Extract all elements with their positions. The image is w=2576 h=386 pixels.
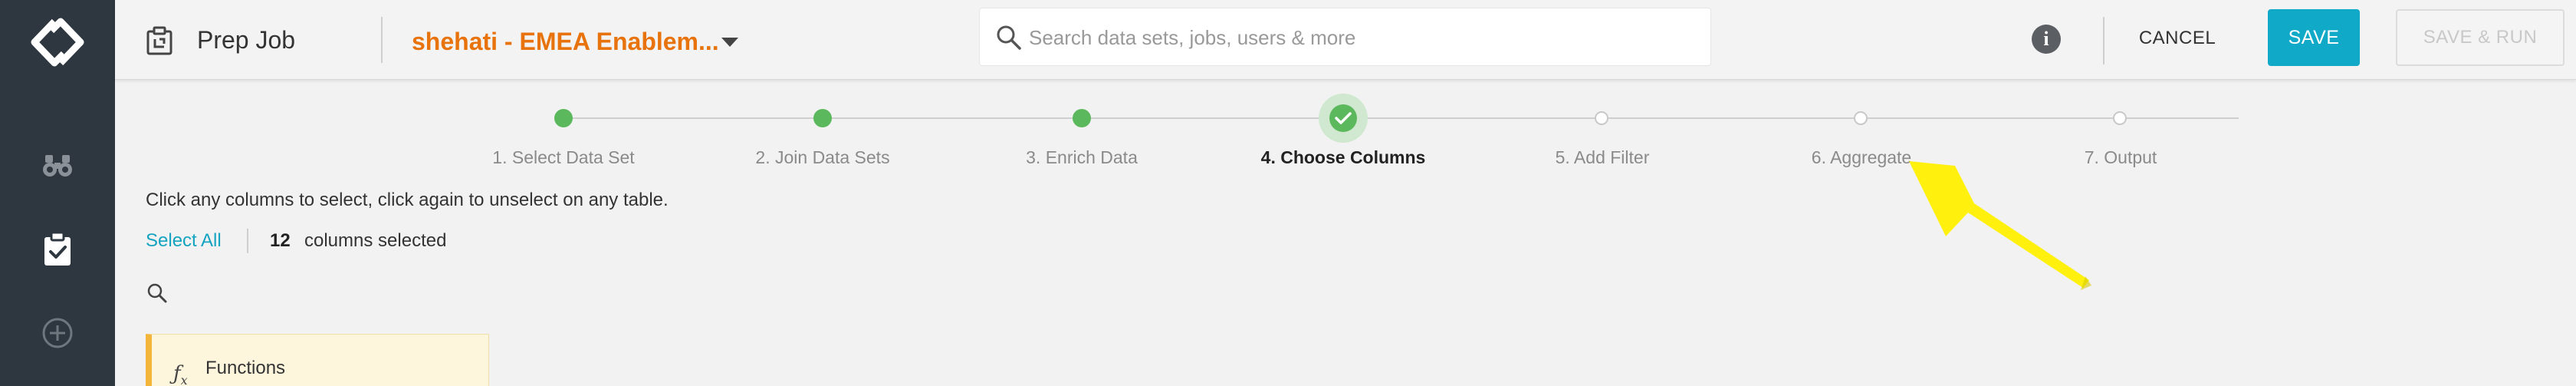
search-icon bbox=[997, 25, 1021, 50]
step-5-dot[interactable] bbox=[1595, 111, 1608, 125]
step-6-label[interactable]: 6. Aggregate bbox=[1812, 147, 1911, 168]
page-title: Prep Job bbox=[197, 26, 296, 54]
app-logo-icon[interactable] bbox=[24, 17, 91, 68]
step-1-label[interactable]: 1. Select Data Set bbox=[492, 147, 634, 168]
step-3-dot[interactable] bbox=[1073, 109, 1091, 127]
sidebar-item-create[interactable] bbox=[34, 310, 80, 356]
header-divider bbox=[381, 17, 383, 63]
left-nav-rail bbox=[0, 0, 115, 386]
selected-count-label: columns selected bbox=[304, 230, 447, 251]
save-and-run-button[interactable]: SAVE & RUN bbox=[2396, 9, 2564, 66]
step-4-current[interactable] bbox=[1319, 94, 1368, 143]
step-2-label[interactable]: 2. Join Data Sets bbox=[755, 147, 889, 168]
column-search-button[interactable] bbox=[146, 282, 169, 305]
step-6-dot[interactable] bbox=[1854, 111, 1868, 125]
search-icon bbox=[147, 283, 167, 303]
step-3-label[interactable]: 3. Enrich Data bbox=[1026, 147, 1138, 168]
selection-divider bbox=[247, 229, 248, 253]
step-7-label[interactable]: 7. Output bbox=[2085, 147, 2157, 168]
plus-circle-icon bbox=[42, 318, 73, 348]
fx-function-icon: ƒx bbox=[173, 362, 188, 386]
step-2-dot[interactable] bbox=[813, 109, 832, 127]
project-name[interactable]: shehati - EMEA Enablem... bbox=[412, 28, 719, 56]
prep-job-icon bbox=[146, 26, 173, 55]
cancel-button[interactable]: CANCEL bbox=[2124, 17, 2231, 60]
functions-panel[interactable]: ƒx Functions bbox=[146, 334, 489, 386]
header-divider-right bbox=[2103, 17, 2104, 64]
sidebar-item-jobs[interactable] bbox=[34, 226, 80, 272]
step-1-dot[interactable] bbox=[554, 109, 573, 127]
step-5-label[interactable]: 5. Add Filter bbox=[1556, 147, 1650, 168]
binoculars-icon bbox=[43, 155, 72, 177]
step-7-dot[interactable] bbox=[2113, 111, 2127, 125]
select-all-link[interactable]: Select All bbox=[146, 230, 222, 252]
functions-label: Functions bbox=[205, 358, 286, 378]
clipboard-check-icon bbox=[44, 232, 71, 266]
project-dropdown-button[interactable] bbox=[713, 31, 747, 54]
sidebar-item-explore[interactable] bbox=[34, 142, 80, 188]
caret-down-icon bbox=[721, 38, 738, 47]
wizard-stepper: 1. Select Data Set 2. Join Data Sets 3. … bbox=[115, 80, 2576, 180]
save-button[interactable]: SAVE bbox=[2268, 9, 2360, 66]
step-4-label[interactable]: 4. Choose Columns bbox=[1261, 147, 1426, 168]
search-input[interactable] bbox=[1029, 22, 1688, 53]
global-search[interactable] bbox=[979, 8, 1711, 66]
selected-count: 12 bbox=[270, 230, 291, 251]
checkmark-icon bbox=[1329, 104, 1357, 132]
instructions-text: Click any columns to select, click again… bbox=[146, 190, 669, 210]
info-icon[interactable]: i bbox=[2032, 25, 2061, 54]
